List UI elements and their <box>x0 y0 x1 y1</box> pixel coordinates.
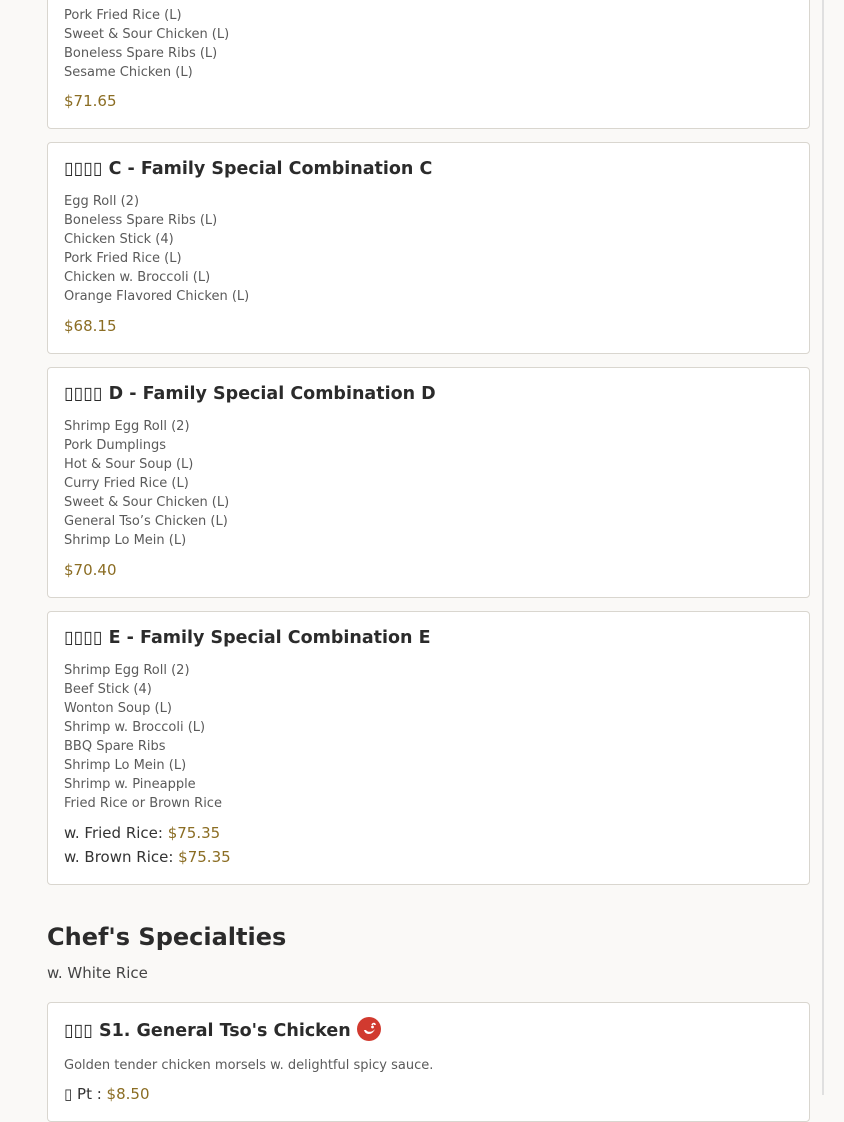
item-title: ▯▯▯▯ E - Family Special Combination E <box>64 628 431 648</box>
section-subtitle: w. White Rice <box>47 964 148 982</box>
item-price: $70.40 <box>64 561 117 579</box>
list-item: Pork Fried Rice (L) <box>64 8 182 23</box>
price-label: ▯ Pt : <box>64 1085 107 1103</box>
list-item: Egg Roll (2) <box>64 194 140 209</box>
menu-card-combination-c[interactable]: ▯▯▯▯ C - Family Special Combination C Eg… <box>47 142 810 354</box>
price-label: w. Fried Rice: <box>64 824 168 842</box>
section-title: Chef's Specialties <box>47 923 287 951</box>
item-title: ▯▯▯ S1. General Tso's Chicken <box>64 1017 381 1043</box>
item-title-text: ▯▯▯ S1. General Tso's Chicken <box>64 1021 351 1041</box>
item-price: $75.35 <box>167 824 221 842</box>
list-item: Shrimp Egg Roll (2) <box>64 419 190 434</box>
list-item: Boneless Spare Ribs (L) <box>64 46 218 61</box>
item-list: Pork Fried Rice (L) Sweet & Sour Chicken… <box>64 6 229 82</box>
list-item: Sesame Chicken (L) <box>64 65 193 80</box>
list-item: Pork Dumplings <box>64 438 166 453</box>
item-list: Shrimp Egg Roll (2) Beef Stick (4) Wonto… <box>64 661 222 813</box>
item-price: $8.50 <box>106 1085 150 1103</box>
list-item: Hot & Sour Soup (L) <box>64 457 194 472</box>
item-price: $75.35 <box>178 848 231 866</box>
list-item: Chicken Stick (4) <box>64 232 174 247</box>
list-item: Shrimp w. Broccoli (L) <box>64 720 206 735</box>
list-item: Wonton Soup (L) <box>64 701 172 716</box>
fried-rice-price-row: w. Fried Rice: $75.35 <box>64 824 220 842</box>
list-item: Curry Fried Rice (L) <box>64 476 189 491</box>
spicy-pepper-icon <box>356 1017 381 1041</box>
item-price: $68.15 <box>64 317 117 335</box>
item-list: Egg Roll (2) Boneless Spare Ribs (L) Chi… <box>64 192 249 306</box>
menu-card-combination-e[interactable]: ▯▯▯▯ E - Family Special Combination E Sh… <box>47 611 810 885</box>
item-description: Golden tender chicken morsels w. delight… <box>64 1058 434 1073</box>
list-item: Fried Rice or Brown Rice <box>64 796 222 811</box>
list-item: Shrimp Lo Mein (L) <box>64 533 187 548</box>
list-item: Sweet & Sour Chicken (L) <box>64 27 230 42</box>
list-item: Sweet & Sour Chicken (L) <box>64 495 230 510</box>
list-item: Pork Fried Rice (L) <box>64 251 182 266</box>
item-title: ▯▯▯▯ D - Family Special Combination D <box>64 384 436 404</box>
list-item: General Tso’s Chicken (L) <box>64 514 228 529</box>
item-price: $71.65 <box>64 92 117 110</box>
menu-card-combination-b[interactable]: Pork Fried Rice (L) Sweet & Sour Chicken… <box>47 0 810 129</box>
list-item: Shrimp Egg Roll (2) <box>64 663 190 678</box>
list-item: Shrimp w. Pineapple <box>64 777 196 792</box>
brown-rice-price-row: w. Brown Rice: $75.35 <box>64 848 231 866</box>
price-label: w. Brown Rice: <box>64 848 179 866</box>
item-title: ▯▯▯▯ C - Family Special Combination C <box>64 159 433 179</box>
scrollbar-edge <box>822 0 824 1095</box>
list-item: Orange Flavored Chicken (L) <box>64 289 250 304</box>
pint-price-row: ▯ Pt : $8.50 <box>64 1085 150 1103</box>
list-item: Beef Stick (4) <box>64 682 152 697</box>
list-item: Chicken w. Broccoli (L) <box>64 270 211 285</box>
menu-card-s1[interactable]: ▯▯▯ S1. General Tso's Chicken Golden ten… <box>47 1002 810 1122</box>
list-item: Shrimp Lo Mein (L) <box>64 758 187 773</box>
item-list: Shrimp Egg Roll (2) Pork Dumplings Hot &… <box>64 417 229 550</box>
menu-card-combination-d[interactable]: ▯▯▯▯ D - Family Special Combination D Sh… <box>47 367 810 598</box>
list-item: Boneless Spare Ribs (L) <box>64 213 218 228</box>
list-item: BBQ Spare Ribs <box>64 739 166 754</box>
